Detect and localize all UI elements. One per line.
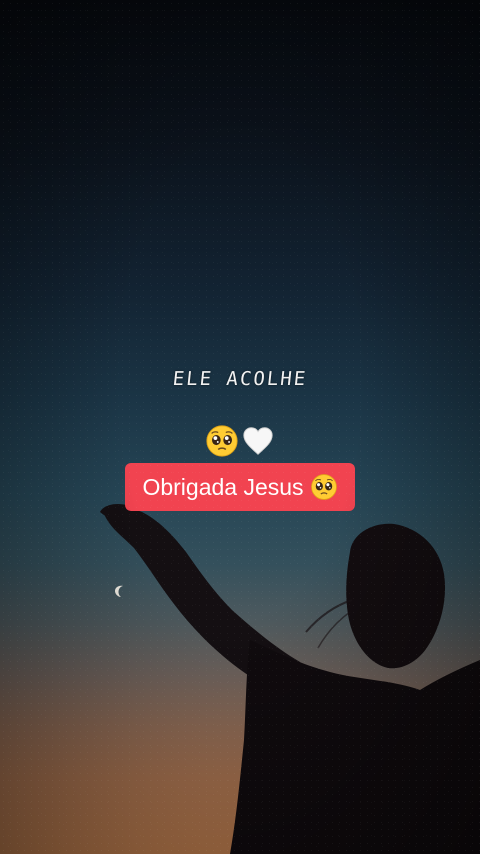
handwritten-title: ELE ACOLHE [171,368,309,390]
caption-banner: Obrigada Jesus [125,463,355,511]
white-heart-emoji-icon [243,427,273,455]
pleading-face-emoji-icon [206,425,238,457]
video-frame[interactable]: ELE ACOLHE Obrigada Jesus [0,0,480,854]
pleading-face-emoji-icon [310,474,337,500]
caption-text: Obrigada Jesus [142,473,304,500]
crescent-moon-icon [115,585,123,597]
emoji-row [0,424,480,460]
